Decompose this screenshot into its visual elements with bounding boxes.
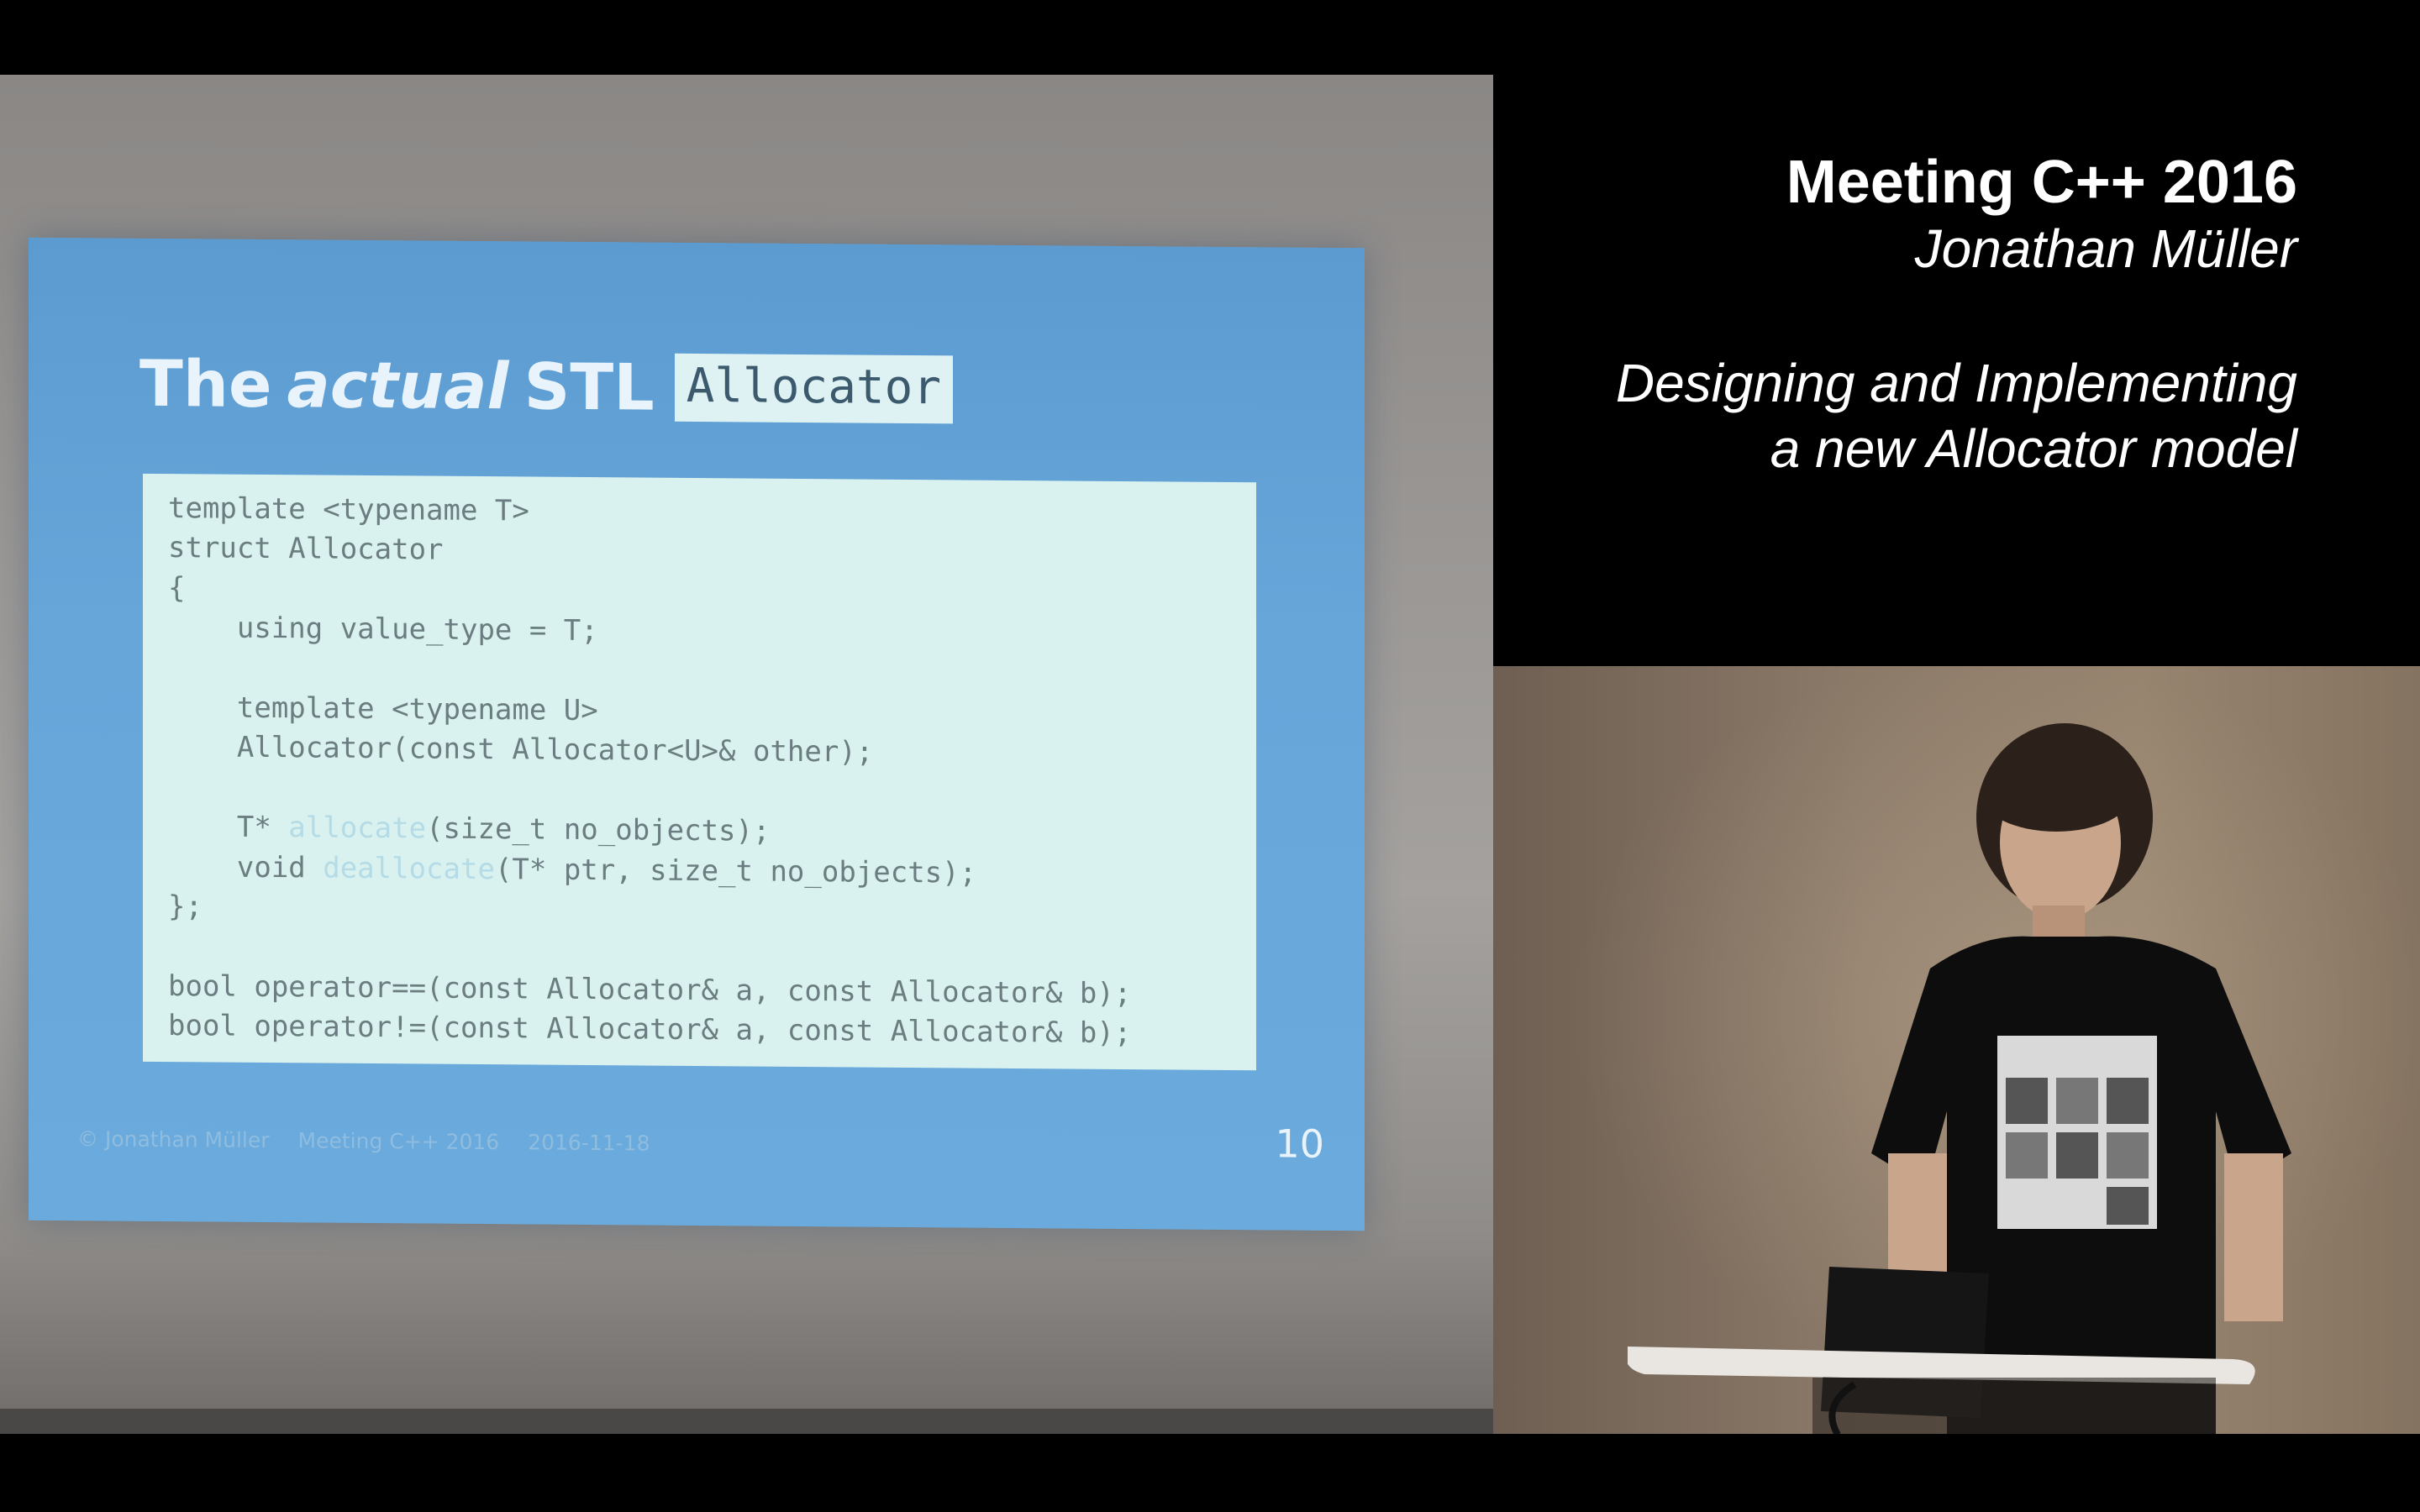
talk-info: Meeting C++ 2016 Jonathan Müller Designi…: [1616, 149, 2297, 481]
code-line: using value_type = T;: [168, 611, 598, 648]
talk-info-card: Meeting C++ 2016 Jonathan Müller Designi…: [1493, 75, 2420, 666]
presentation-slide: The actual STL Allocator template <typen…: [29, 237, 1365, 1231]
talk-title-line-2: a new Allocator model: [1770, 418, 2297, 479]
slide-title-suffix: STL: [523, 349, 655, 425]
slide-title-code: Allocator: [674, 353, 954, 424]
code-line: void deallocate(T* ptr, size_t no_object…: [168, 849, 977, 890]
slide-footer-author: © Jonathan Müller: [77, 1126, 270, 1153]
slide-title: The actual STL Allocator: [139, 345, 954, 428]
slide-footer: © Jonathan Müller Meeting C++ 2016 2016-…: [77, 1126, 650, 1155]
code-line: Allocator(const Allocator<U>& other);: [168, 730, 874, 769]
speaker-name: Jonathan Müller: [1914, 218, 2297, 279]
code-line: struct Allocator: [168, 531, 444, 568]
slide-title-prefix: The: [139, 345, 272, 423]
slide-footer-date: 2016-11-18: [528, 1130, 650, 1156]
code-function-name: allocate: [288, 811, 427, 846]
lectern: [1628, 1267, 2255, 1434]
code-line: bool operator!=(const Allocator& a, cons…: [168, 1009, 1132, 1051]
slide-footer-event: Meeting C++ 2016: [297, 1128, 500, 1155]
slide-page-number: 10: [1275, 1121, 1324, 1167]
video-player-frame[interactable]: The actual STL Allocator template <typen…: [0, 0, 2420, 1512]
speaker-camera-view: [1493, 666, 2420, 1434]
projection-screen: The actual STL Allocator template <typen…: [0, 75, 1493, 1434]
slide-title-emphasis: actual: [287, 347, 509, 424]
code-function-name: deallocate: [323, 851, 495, 886]
talk-title-line-1: Designing and Implementing: [1615, 353, 2297, 413]
code-block: template <typename T> struct Allocator {…: [143, 473, 1256, 1071]
event-name: Meeting C++ 2016: [1786, 149, 2297, 216]
